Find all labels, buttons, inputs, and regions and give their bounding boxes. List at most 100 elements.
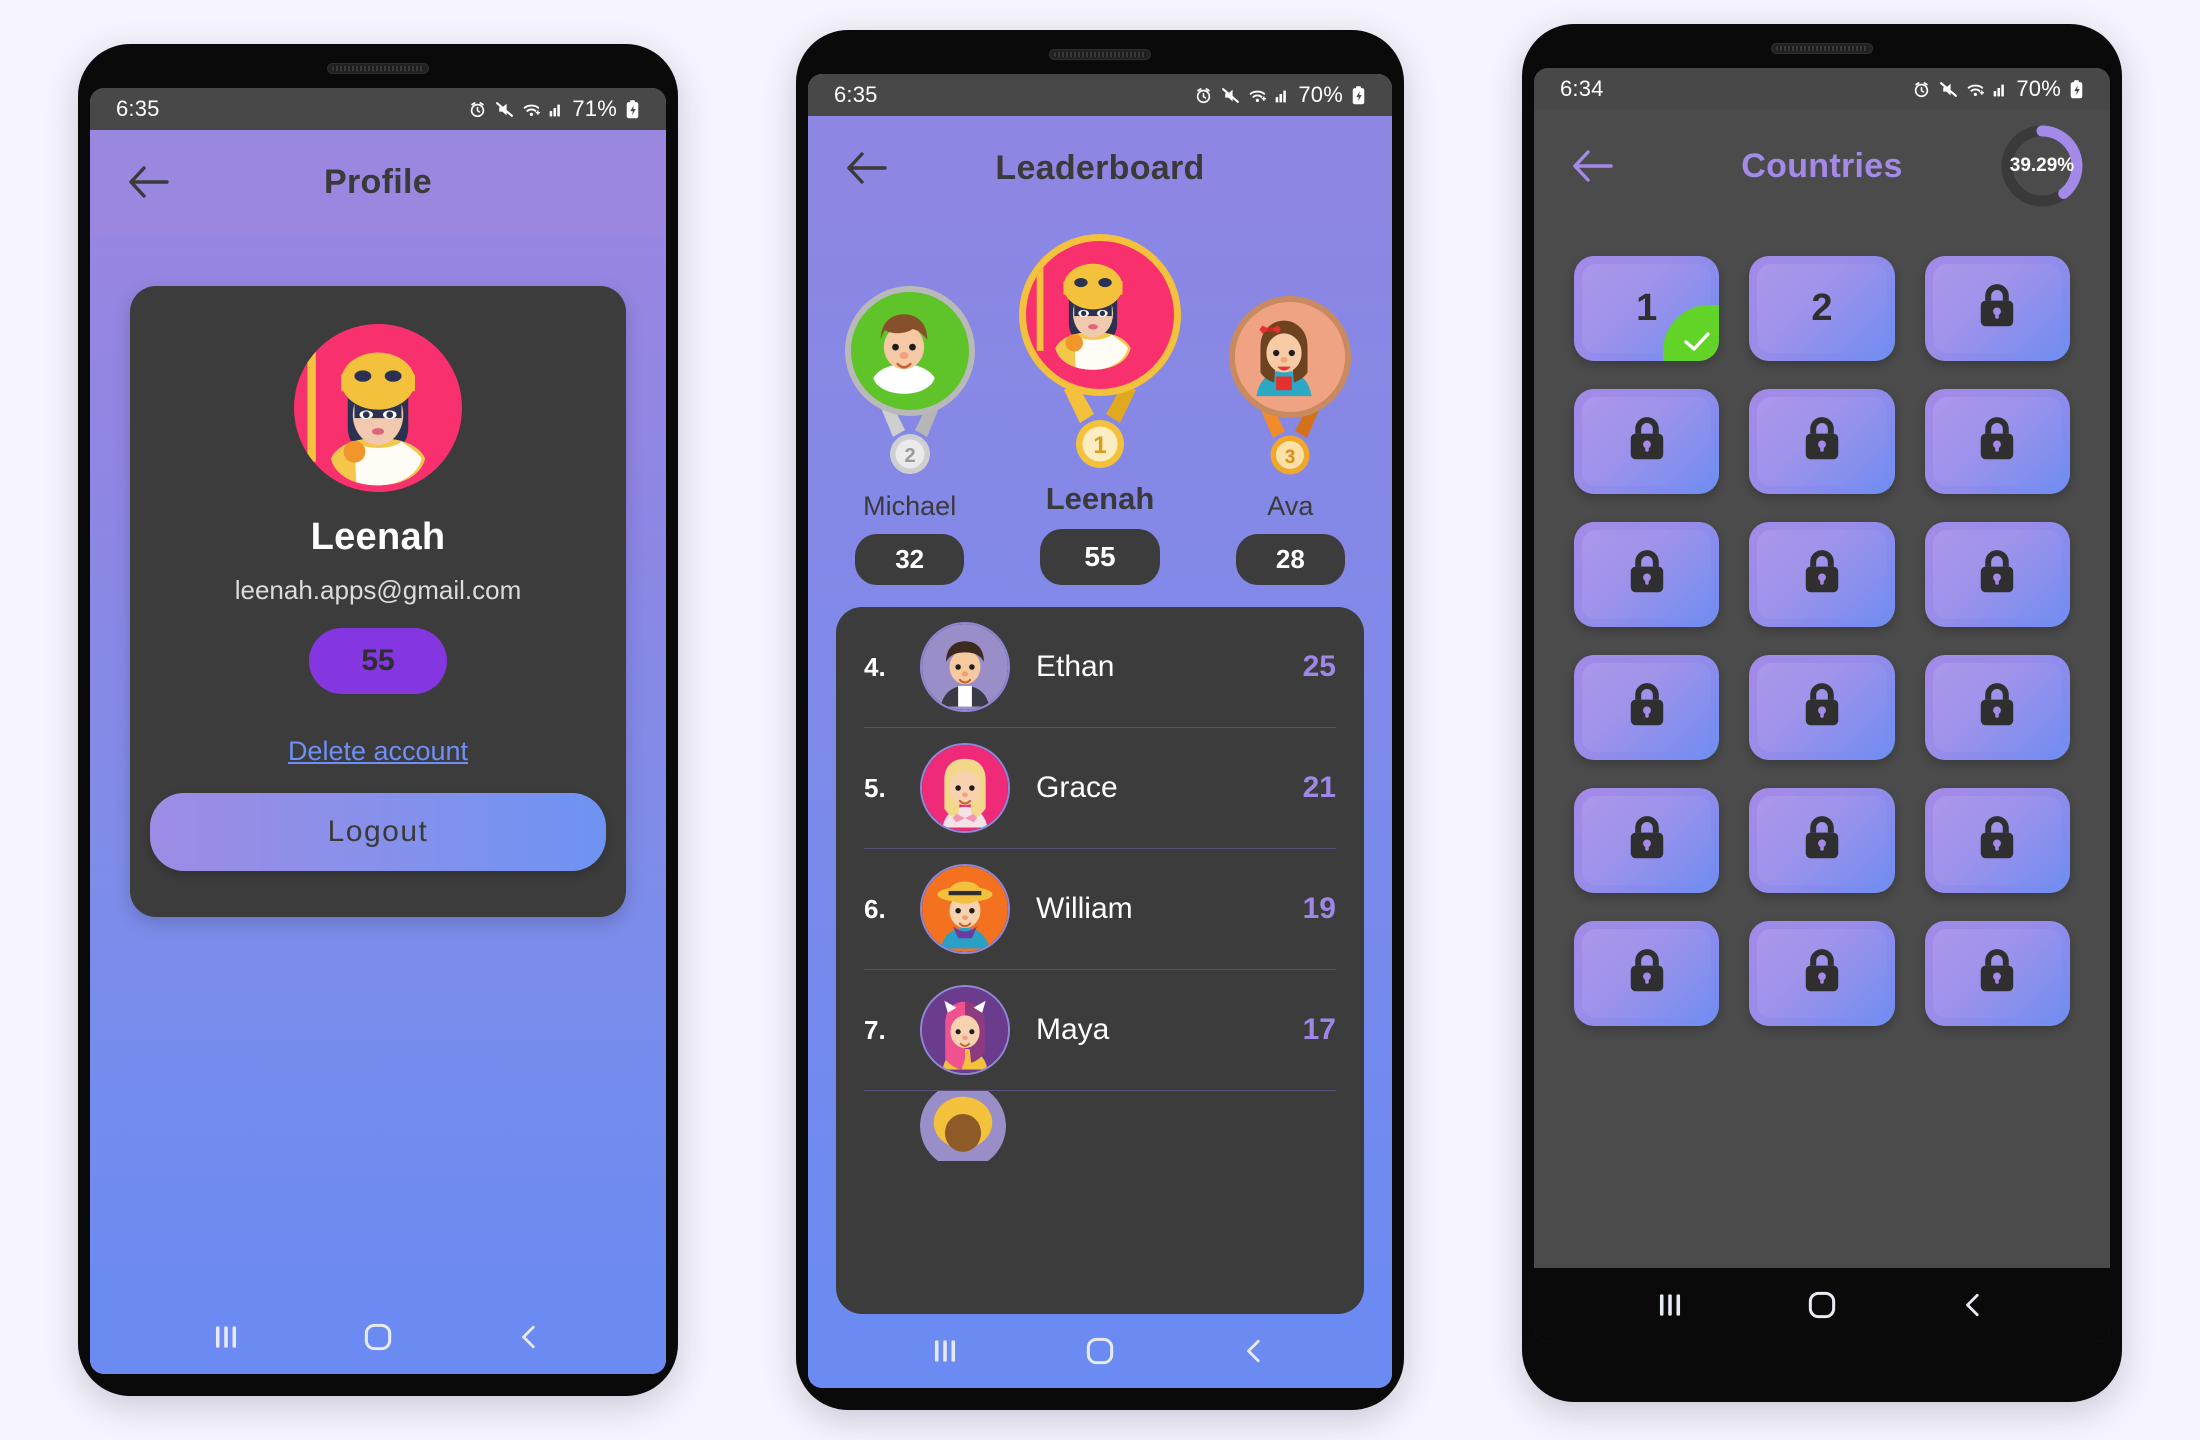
list-item[interactable]: 5. Grace 21 [864,728,1336,849]
rank-label: 5. [864,772,886,803]
recents-icon[interactable] [915,1321,975,1381]
podium-score: 55 [1040,529,1160,585]
leaderboard-body: Leaderboard 2 Michael 32 1 Leenah 55 3 A… [808,116,1392,1314]
lock-icon [1974,283,2020,334]
player-score: 19 [1302,892,1336,925]
alarm-icon [471,101,485,117]
podium-slot-2[interactable]: 2 Michael 32 [832,286,987,585]
status-bar: 6:34 70% [1534,68,2110,110]
lock-icon [1974,416,2020,467]
progress-percent-label: 39.29% [2009,155,2075,176]
level-tile-8[interactable] [1749,522,1895,627]
battery-percent: 70% [2016,76,2061,101]
logout-button[interactable]: Logout [150,793,606,871]
recents-icon[interactable] [196,1307,256,1367]
back-arrow-icon[interactable] [120,154,176,210]
home-icon[interactable] [348,1307,408,1367]
lock-icon [1974,948,2020,999]
lock-icon [1624,815,1670,866]
back-icon[interactable] [1944,1275,2004,1335]
level-number: 1 [1636,287,1658,329]
status-icons: 71% [468,96,640,122]
svg-text:1: 1 [1093,432,1106,459]
podium-slot-3[interactable]: 3 Ava 28 [1213,296,1368,585]
list-item[interactable]: 7. Maya 17 [864,970,1336,1091]
level-tile-4[interactable] [1574,389,1720,494]
profile-username: Leenah [310,516,446,558]
profile-email: leenah.apps@gmail.com [234,575,522,605]
delete-account-link[interactable]: Delete account [288,736,468,767]
level-tile-12[interactable] [1924,655,2070,760]
level-tile-5[interactable] [1749,389,1895,494]
level-tile-2[interactable]: 2 [1749,256,1895,361]
list-item[interactable]: 6. William 19 [864,849,1336,970]
level-tile-18[interactable] [1924,921,2070,1026]
list-item-partial[interactable] [864,1091,1336,1161]
level-tile-16[interactable] [1574,921,1720,1026]
player-score: 25 [1302,650,1336,683]
progress-ring: 39.29% [1996,120,2088,212]
status-time: 6:35 [834,82,878,107]
level-tile-6[interactable] [1924,389,2070,494]
lock-icon [1799,815,1845,866]
player-name: Ethan [1036,650,1115,683]
home-icon[interactable] [1792,1275,1852,1335]
earpiece-speaker [1049,49,1151,60]
app-bar-leaderboard: Leaderboard [808,116,1392,220]
mute-icon [496,101,514,117]
signal-icon [1994,84,2005,96]
level-tile-11[interactable] [1749,655,1895,760]
level-tile-10[interactable] [1574,655,1720,760]
profile-body: Profile Leenah leenah.apps@gmail.com 55 … [90,130,666,1300]
level-tile-14[interactable] [1749,788,1895,893]
phone-countries: 6:34 70% Countries 39.29% 1 2 [1522,24,2122,1402]
mute-icon [1222,87,1240,103]
level-tile-1[interactable]: 1 [1574,256,1720,361]
podium-slot-1[interactable]: 1 Leenah 55 [1009,234,1190,585]
screen-profile: 6:35 71% Profile Leenah leenah.apps@gmai… [90,88,666,1374]
wifi-icon [1249,90,1267,103]
back-icon[interactable] [1225,1321,1285,1381]
app-bar-countries: Countries 39.29% [1534,110,2110,222]
phone-leaderboard: 6:35 70% Leaderboard 2 Michael 32 1 Leen… [796,30,1404,1410]
battery-charging-icon [1352,85,1365,104]
check-icon [1663,305,1720,361]
player-name: Grace [1036,771,1118,804]
wifi-icon [1967,84,1985,97]
level-tile-7[interactable] [1574,522,1720,627]
phone-profile: 6:35 71% Profile Leenah leenah.apps@gmai… [78,44,678,1396]
level-tile-17[interactable] [1749,921,1895,1026]
level-tile-9[interactable] [1924,522,2070,627]
back-arrow-icon[interactable] [838,140,894,196]
player-name: Maya [1036,1013,1110,1046]
earpiece-speaker [1771,43,1873,54]
level-number: 2 [1811,287,1833,329]
podium-name: Ava [1267,491,1314,521]
recents-icon[interactable] [1640,1275,1700,1335]
battery-percent: 71% [572,96,617,121]
status-time: 6:34 [1560,76,1604,101]
avatar [844,286,975,416]
leaderboard-list[interactable]: 4. Ethan 25 5. Grace 21 6. William 19 7.… [836,607,1364,1314]
lock-icon [1799,549,1845,600]
back-icon[interactable] [500,1307,560,1367]
svg-text:2: 2 [904,445,915,467]
level-tile-3[interactable] [1924,256,2070,361]
home-icon[interactable] [1070,1321,1130,1381]
avatar [1019,234,1181,396]
levels-grid: 1 2 [1574,256,2070,1026]
avatar [920,1091,1006,1161]
battery-percent: 70% [1298,82,1343,107]
signal-icon [1276,90,1287,102]
list-item[interactable]: 4. Ethan 25 [864,607,1336,728]
system-nav-bar [1534,1268,2110,1342]
lock-icon [1624,682,1670,733]
lock-icon [1799,416,1845,467]
level-tile-15[interactable] [1924,788,2070,893]
avatar [920,864,1010,954]
avatar [1229,296,1352,418]
wifi-icon [523,104,541,117]
level-tile-13[interactable] [1574,788,1720,893]
back-arrow-icon[interactable] [1564,138,1620,194]
player-score: 17 [1302,1013,1336,1046]
